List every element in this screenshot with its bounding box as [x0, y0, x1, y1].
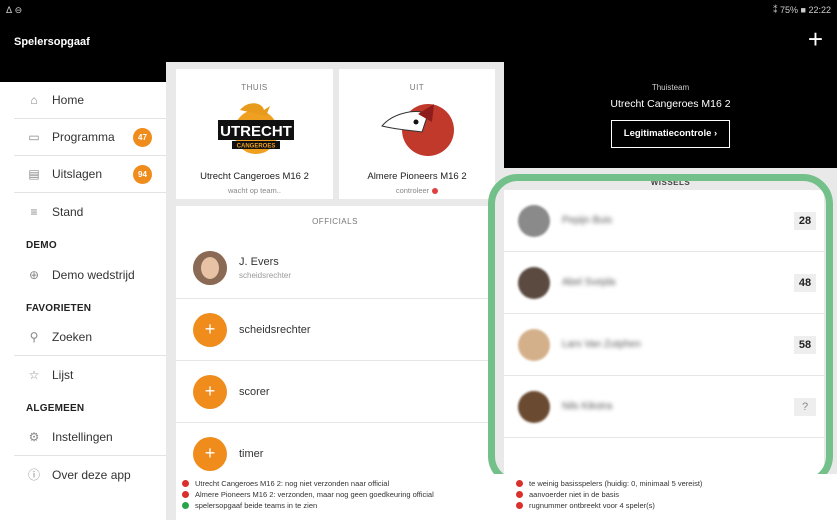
home-icon: ⌂	[30, 93, 38, 107]
away-team-card[interactable]: UIT Almere Pioneers M16 2 controleer	[339, 69, 495, 199]
highlight-frame	[488, 174, 833, 486]
sidebar-item-label: Instellingen	[52, 430, 113, 444]
status-bar: ᐃ ⊖ ⁑ 75% ■ 22:22	[0, 0, 837, 22]
message-text: Almere Pioneers M16 2: verzonden, maar n…	[195, 490, 434, 499]
sidebar: ⌂ Home ▭ Programma 47 ▤ Uitslagen 94 ≡ S…	[14, 82, 166, 520]
app-bar: Spelersopgaaf +	[0, 22, 837, 62]
sidebar-item-label: Stand	[52, 204, 84, 219]
logo-subtext: CANGEROES	[236, 144, 275, 150]
status-right: ⁑ 75% ■ 22:22	[773, 5, 831, 15]
home-team-panel: Thuisteam Utrecht Cangeroes M16 2 Legiti…	[504, 62, 837, 168]
sidebar-item-instellingen[interactable]: ⚙ Instellingen	[14, 419, 166, 456]
footer-right: te weinig basisspelers (huidig: 0, minim…	[516, 478, 702, 511]
sidebar-item-label: Programma	[52, 130, 115, 144]
section-demo: DEMO	[26, 240, 57, 251]
home-team-status: wacht op team..	[228, 186, 281, 195]
message-text: te weinig basisspelers (huidig: 0, minim…	[529, 479, 703, 488]
home-panel-label: Thuisteam	[651, 83, 690, 92]
add-scheidsrechter-row[interactable]: + scheidsrechter	[176, 299, 494, 361]
add-button[interactable]: +	[808, 26, 823, 52]
home-team-card[interactable]: THUIS UTRECHT CANGEROES Utrecht Cangeroe…	[176, 69, 333, 199]
add-icon: +	[193, 312, 227, 347]
message-text: aanvoerder niet in de basis	[529, 490, 620, 499]
away-label: UIT	[409, 83, 425, 92]
official-name: J. Evers	[239, 255, 279, 268]
message-row: Utrecht Cangeroes M16 2: nog niet verzon…	[182, 478, 434, 489]
official-row[interactable]: J. Evers scheidsrechter	[176, 237, 494, 299]
count-badge: 94	[133, 165, 152, 184]
sidebar-item-label: Lijst	[52, 367, 74, 382]
ok-dot-icon	[182, 502, 189, 509]
warning-dot-icon	[432, 188, 439, 195]
results-icon: ▤	[28, 167, 40, 181]
sidebar-item-label: Over deze app	[52, 467, 131, 482]
error-dot-icon	[516, 502, 523, 509]
official-slot-label: scorer	[239, 385, 270, 398]
page-title: Spelersopgaaf	[14, 36, 90, 48]
officials-header: OFFICIALS	[312, 217, 358, 226]
sidebar-item-programma[interactable]: ▭ Programma 47	[14, 119, 166, 156]
list-icon: ≡	[30, 204, 38, 219]
sidebar-item-label: Demo wedstrijd	[52, 267, 135, 282]
sidebar-item-demo[interactable]: ⊕ Demo wedstrijd	[14, 256, 166, 293]
message-row: rugnummer ontbreekt voor 4 speler(s)	[516, 500, 702, 511]
sidebar-item-home[interactable]: ⌂ Home	[14, 82, 166, 119]
error-dot-icon	[182, 480, 189, 487]
sidebar-item-lijst[interactable]: ☆ Lijst	[14, 356, 166, 393]
gear-icon: ⚙	[28, 430, 40, 444]
message-row: te weinig basisspelers (huidig: 0, minim…	[516, 478, 702, 489]
away-team-status: controleer	[395, 186, 430, 195]
star-icon: ☆	[28, 367, 40, 382]
home-label: THUIS	[241, 83, 268, 92]
info-icon: ⓘ	[27, 468, 40, 482]
official-slot-label: timer	[239, 447, 264, 460]
error-dot-icon	[182, 491, 189, 498]
error-dot-icon	[516, 491, 523, 498]
almere-pioneers-logo	[381, 104, 454, 156]
search-icon: ⚲	[29, 330, 39, 344]
add-scorer-row[interactable]: + scorer	[176, 361, 494, 423]
footer-left: Utrecht Cangeroes M16 2: nog niet verzon…	[182, 478, 434, 511]
home-team-name: Utrecht Cangeroes M16 2	[200, 171, 309, 182]
officials-panel: OFFICIALS J. Evers scheidsrechter + sche…	[176, 206, 494, 474]
utrecht-cangeroes-logo: UTRECHT CANGEROES	[217, 103, 294, 154]
sidebar-item-label: Uitslagen	[52, 167, 103, 181]
official-role: scheidsrechter	[239, 270, 292, 280]
message-text: rugnummer ontbreekt voor 4 speler(s)	[529, 501, 655, 510]
message-text: spelersopgaaf beide teams in te zien	[195, 501, 318, 510]
sidebar-item-over[interactable]: ⓘ Over deze app	[14, 456, 166, 493]
add-icon: +	[193, 374, 227, 409]
plus-circle-icon: ⊕	[28, 267, 40, 282]
message-row: aanvoerder niet in de basis	[516, 489, 702, 500]
section-favorites: FAVORIETEN	[26, 303, 92, 314]
sidebar-item-stand[interactable]: ≡ Stand	[14, 193, 166, 230]
sidebar-header	[0, 62, 166, 82]
sidebar-item-label: Home	[52, 93, 85, 107]
away-team-status-wrap: controleer	[339, 186, 495, 195]
message-row: Almere Pioneers M16 2: verzonden, maar n…	[182, 489, 434, 500]
status-left: ᐃ ⊖	[6, 5, 23, 15]
error-dot-icon	[516, 480, 523, 487]
calendar-icon: ▭	[28, 130, 40, 144]
sidebar-item-zoeken[interactable]: ⚲ Zoeken	[14, 319, 166, 356]
logo-text: UTRECHT	[220, 123, 292, 140]
away-team-name: Almere Pioneers M16 2	[367, 171, 467, 182]
status-messages: Utrecht Cangeroes M16 2: nog niet verzon…	[176, 474, 837, 520]
avatar	[193, 250, 227, 285]
legitimatiecontrole-button[interactable]: Legitimatiecontrole ›	[610, 120, 731, 148]
message-row: spelersopgaaf beide teams in te zien	[182, 500, 434, 511]
sidebar-item-uitslagen[interactable]: ▤ Uitslagen 94	[14, 156, 166, 193]
section-general: ALGEMEEN	[26, 403, 85, 414]
add-icon: +	[193, 436, 227, 471]
home-panel-team: Utrecht Cangeroes M16 2	[610, 98, 731, 110]
official-slot-label: scheidsrechter	[239, 323, 311, 336]
add-timer-row[interactable]: + timer	[176, 423, 494, 474]
count-badge: 47	[133, 128, 152, 147]
message-text: Utrecht Cangeroes M16 2: nog niet verzon…	[195, 479, 390, 488]
sidebar-item-label: Zoeken	[52, 330, 93, 344]
